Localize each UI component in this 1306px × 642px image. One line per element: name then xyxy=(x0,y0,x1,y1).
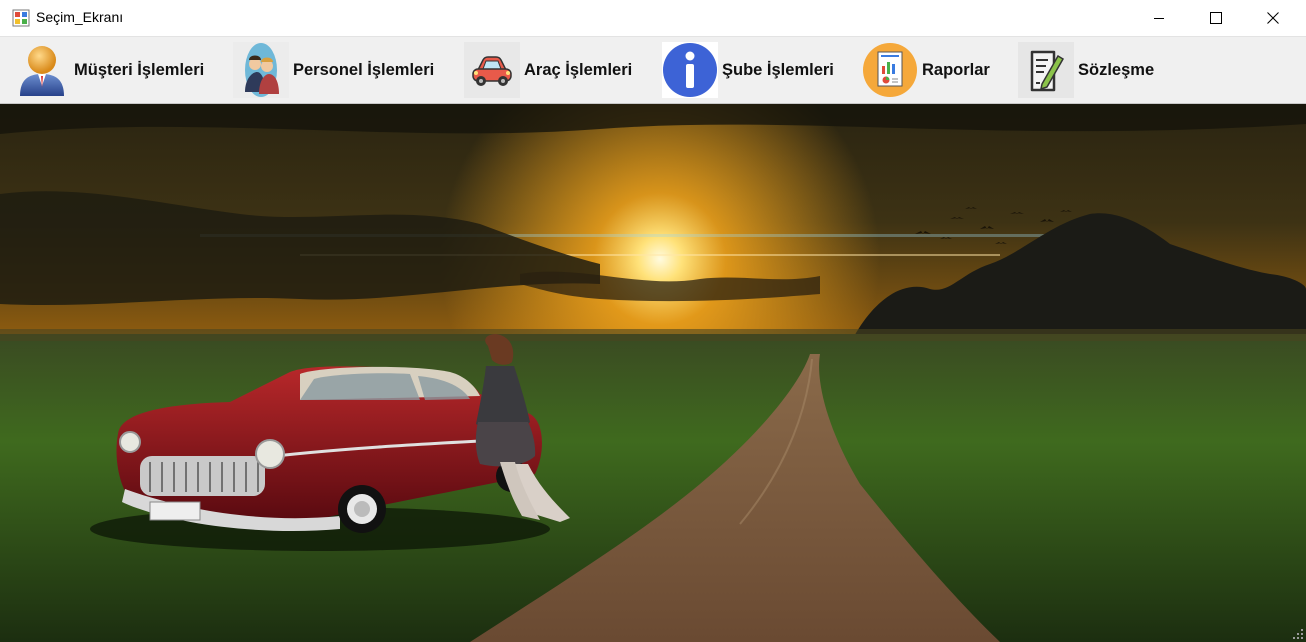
window-title: Seçim_Ekranı xyxy=(36,9,124,25)
minimize-icon xyxy=(1153,18,1164,19)
customer-person-icon xyxy=(20,46,64,96)
menu-item-label: Müşteri İşlemleri xyxy=(74,60,205,79)
minimize-button[interactable] xyxy=(1130,0,1187,36)
menu-item-label: Raporlar xyxy=(922,60,990,79)
app-icon xyxy=(12,9,30,27)
menu-item-label: Şube İşlemleri xyxy=(722,60,834,79)
menu-item-sube[interactable]: Şube İşlemleri xyxy=(662,41,834,99)
contract-document-icon xyxy=(1018,42,1074,98)
menu-item-sozlesme[interactable]: Sözleşme xyxy=(1018,41,1154,99)
close-button[interactable] xyxy=(1244,0,1301,36)
menu-item-label: Sözleşme xyxy=(1078,60,1155,79)
car-icon xyxy=(464,42,520,98)
sunset-road-scene xyxy=(0,104,1306,642)
menu-item-label: Personel İşlemleri xyxy=(293,60,435,79)
resize-grip-icon[interactable] xyxy=(1292,628,1304,640)
menu-item-label: Araç İşlemleri xyxy=(524,60,633,79)
staff-people-icon xyxy=(233,42,289,98)
background-image xyxy=(0,104,1306,642)
menu-strip: Müşteri İşlemleri Personel İşlemleri Ara… xyxy=(0,37,1306,104)
maximize-button[interactable] xyxy=(1187,0,1244,36)
menu-item-musteri[interactable]: Müşteri İşlemleri xyxy=(14,41,204,99)
close-icon xyxy=(1266,12,1279,24)
menu-item-personel[interactable]: Personel İşlemleri xyxy=(233,41,434,99)
maximize-icon xyxy=(1209,12,1222,24)
menu-item-raporlar[interactable]: Raporlar xyxy=(862,41,990,99)
menu-item-arac[interactable]: Araç İşlemleri xyxy=(464,41,632,99)
title-bar: Seçim_Ekranı xyxy=(0,0,1306,37)
info-icon xyxy=(662,42,718,98)
report-chart-icon xyxy=(863,43,917,97)
